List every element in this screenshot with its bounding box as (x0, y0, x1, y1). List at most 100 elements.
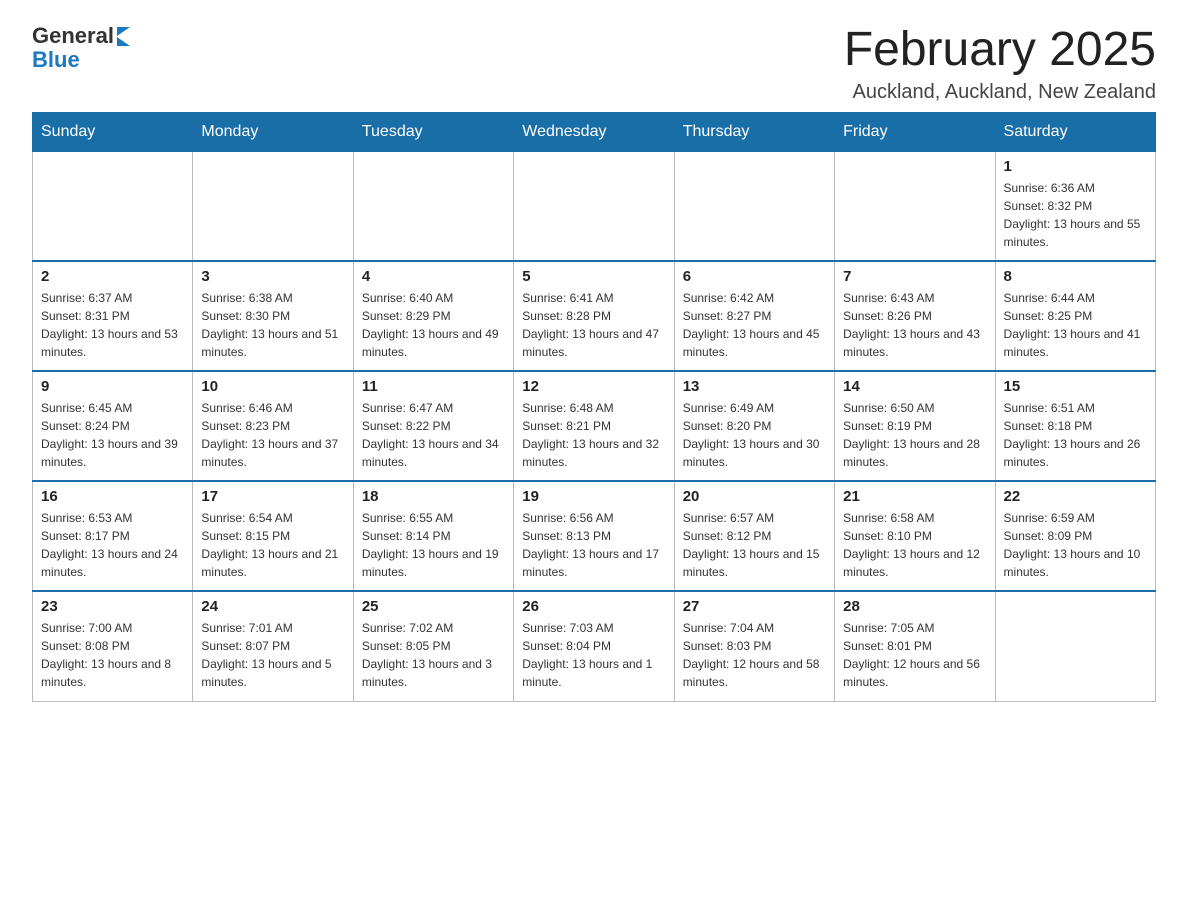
col-wednesday: Wednesday (514, 112, 674, 151)
table-row: 24Sunrise: 7:01 AM Sunset: 8:07 PM Dayli… (193, 591, 353, 701)
calendar-week-2: 2 Sunrise: 6:37 AM Sunset: 8:31 PM Daylig… (33, 261, 1156, 371)
day-number: 8 (1004, 268, 1147, 285)
day-info: Sunrise: 6:50 AM Sunset: 8:19 PM Dayligh… (843, 399, 986, 471)
day-info: Sunrise: 6:51 AM Sunset: 8:18 PM Dayligh… (1004, 399, 1147, 471)
day-number: 20 (683, 488, 826, 505)
table-row: 26 Sunrise: 7:03 AM Sunset: 8:04 PM Dayli… (514, 591, 674, 701)
day-number: 10 (201, 378, 344, 395)
day-number: 2 (41, 268, 184, 285)
table-row: 22 Sunrise: 6:59 AM Sunset: 8:09 PM Dayli… (995, 481, 1155, 591)
day-info: Sunrise: 6:59 AM Sunset: 8:09 PM Dayligh… (1004, 509, 1147, 581)
day-number: 14 (843, 378, 986, 395)
table-row: 25Sunrise: 7:02 AM Sunset: 8:05 PM Dayli… (353, 591, 513, 701)
calendar-week-4: 16 Sunrise: 6:53 AM Sunset: 8:17 PM Dayli… (33, 481, 1156, 591)
table-row: 19 Sunrise: 6:56 AM Sunset: 8:13 PM Dayli… (514, 481, 674, 591)
col-monday: Monday (193, 112, 353, 151)
table-row: 12 Sunrise: 6:48 AM Sunset: 8:21 PM Dayli… (514, 371, 674, 481)
table-row: 18Sunrise: 6:55 AM Sunset: 8:14 PM Dayli… (353, 481, 513, 591)
title-block: February 2025 Auckland, Auckland, New Ze… (844, 24, 1156, 104)
day-number: 7 (843, 268, 986, 285)
day-info: Sunrise: 6:45 AM Sunset: 8:24 PM Dayligh… (41, 399, 184, 471)
day-number: 15 (1004, 378, 1147, 395)
day-number: 5 (522, 268, 665, 285)
calendar-week-1: 1 Sunrise: 6:36 AM Sunset: 8:32 PM Daylig… (33, 151, 1156, 261)
calendar-table: Sunday Monday Tuesday Wednesday Thursday… (32, 112, 1156, 702)
day-number: 24 (201, 598, 344, 615)
col-tuesday: Tuesday (353, 112, 513, 151)
day-info: Sunrise: 6:58 AM Sunset: 8:10 PM Dayligh… (843, 509, 986, 581)
table-row: 11 Sunrise: 6:47 AM Sunset: 8:22 PM Dayli… (353, 371, 513, 481)
col-friday: Friday (835, 112, 995, 151)
day-number: 19 (522, 488, 665, 505)
day-number: 4 (362, 268, 505, 285)
logo: General Blue (32, 24, 130, 72)
day-number: 22 (1004, 488, 1147, 505)
day-info: Sunrise: 6:42 AM Sunset: 8:27 PM Dayligh… (683, 289, 826, 361)
table-row: 21 Sunrise: 6:58 AM Sunset: 8:10 PM Dayli… (835, 481, 995, 591)
day-info: Sunrise: 6:53 AM Sunset: 8:17 PM Dayligh… (41, 509, 184, 581)
day-info: Sunrise: 6:38 AM Sunset: 8:30 PM Dayligh… (201, 289, 344, 361)
col-thursday: Thursday (674, 112, 834, 151)
table-row: 3 Sunrise: 6:38 AM Sunset: 8:30 PM Daylig… (193, 261, 353, 371)
table-row: 28Sunrise: 7:05 AM Sunset: 8:01 PM Dayli… (835, 591, 995, 701)
table-row (835, 151, 995, 261)
day-info: Sunrise: 6:41 AM Sunset: 8:28 PM Dayligh… (522, 289, 665, 361)
logo-icon: General Blue (32, 24, 130, 72)
day-number: 12 (522, 378, 665, 395)
location: Auckland, Auckland, New Zealand (844, 81, 1156, 104)
day-info: Sunrise: 6:49 AM Sunset: 8:20 PM Dayligh… (683, 399, 826, 471)
day-number: 6 (683, 268, 826, 285)
table-row (193, 151, 353, 261)
table-row (674, 151, 834, 261)
table-row (995, 591, 1155, 701)
day-info: Sunrise: 6:56 AM Sunset: 8:13 PM Dayligh… (522, 509, 665, 581)
day-number: 16 (41, 488, 184, 505)
day-info: Sunrise: 6:55 AM Sunset: 8:14 PM Dayligh… (362, 509, 505, 581)
table-row: 4Sunrise: 6:40 AM Sunset: 8:29 PM Daylig… (353, 261, 513, 371)
calendar-header-row: Sunday Monday Tuesday Wednesday Thursday… (33, 112, 1156, 151)
table-row: 1 Sunrise: 6:36 AM Sunset: 8:32 PM Daylig… (995, 151, 1155, 261)
day-number: 9 (41, 378, 184, 395)
day-info: Sunrise: 6:43 AM Sunset: 8:26 PM Dayligh… (843, 289, 986, 361)
day-info: Sunrise: 7:03 AM Sunset: 8:04 PM Dayligh… (522, 619, 665, 691)
table-row: 9 Sunrise: 6:45 AM Sunset: 8:24 PM Daylig… (33, 371, 193, 481)
day-info: Sunrise: 6:47 AM Sunset: 8:22 PM Dayligh… (362, 399, 505, 471)
day-info: Sunrise: 6:57 AM Sunset: 8:12 PM Dayligh… (683, 509, 826, 581)
page-header: General Blue February 2025 Auckland, Auc… (32, 24, 1156, 104)
day-number: 23 (41, 598, 184, 615)
day-number: 17 (201, 488, 344, 505)
day-info: Sunrise: 6:44 AM Sunset: 8:25 PM Dayligh… (1004, 289, 1147, 361)
day-info: Sunrise: 7:00 AM Sunset: 8:08 PM Dayligh… (41, 619, 184, 691)
logo-text-general: General (32, 24, 114, 48)
calendar-week-3: 9 Sunrise: 6:45 AM Sunset: 8:24 PM Daylig… (33, 371, 1156, 481)
table-row: 13 Sunrise: 6:49 AM Sunset: 8:20 PM Dayli… (674, 371, 834, 481)
table-row: 20 Sunrise: 6:57 AM Sunset: 8:12 PM Dayli… (674, 481, 834, 591)
table-row (33, 151, 193, 261)
day-number: 11 (362, 378, 505, 395)
logo-text-blue: Blue (32, 48, 80, 72)
day-number: 13 (683, 378, 826, 395)
day-info: Sunrise: 7:04 AM Sunset: 8:03 PM Dayligh… (683, 619, 826, 691)
day-number: 26 (522, 598, 665, 615)
day-info: Sunrise: 6:46 AM Sunset: 8:23 PM Dayligh… (201, 399, 344, 471)
table-row: 8 Sunrise: 6:44 AM Sunset: 8:25 PM Daylig… (995, 261, 1155, 371)
day-number: 1 (1004, 158, 1147, 175)
table-row: 2 Sunrise: 6:37 AM Sunset: 8:31 PM Daylig… (33, 261, 193, 371)
table-row (514, 151, 674, 261)
table-row: 10 Sunrise: 6:46 AM Sunset: 8:23 PM Dayli… (193, 371, 353, 481)
day-info: Sunrise: 6:48 AM Sunset: 8:21 PM Dayligh… (522, 399, 665, 471)
day-number: 3 (201, 268, 344, 285)
day-number: 28 (843, 598, 986, 615)
col-saturday: Saturday (995, 112, 1155, 151)
day-number: 21 (843, 488, 986, 505)
table-row (353, 151, 513, 261)
day-info: Sunrise: 7:02 AM Sunset: 8:05 PM Dayligh… (362, 619, 505, 691)
day-info: Sunrise: 6:54 AM Sunset: 8:15 PM Dayligh… (201, 509, 344, 581)
table-row: 27 Sunrise: 7:04 AM Sunset: 8:03 PM Dayli… (674, 591, 834, 701)
table-row: 15 Sunrise: 6:51 AM Sunset: 8:18 PM Dayli… (995, 371, 1155, 481)
day-info: Sunrise: 6:36 AM Sunset: 8:32 PM Dayligh… (1004, 179, 1147, 251)
table-row: 16 Sunrise: 6:53 AM Sunset: 8:17 PM Dayli… (33, 481, 193, 591)
day-number: 27 (683, 598, 826, 615)
day-info: Sunrise: 6:37 AM Sunset: 8:31 PM Dayligh… (41, 289, 184, 361)
table-row: 23 Sunrise: 7:00 AM Sunset: 8:08 PM Dayli… (33, 591, 193, 701)
